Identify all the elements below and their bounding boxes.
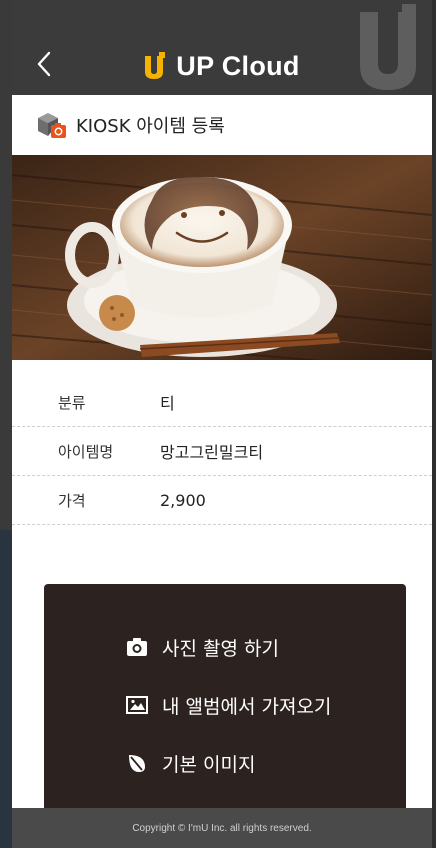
price-label: 가격 bbox=[58, 491, 86, 510]
import-album-button[interactable]: 내 앨범에서 가져오기 bbox=[44, 676, 406, 734]
info-row-price: 가격 2,900 bbox=[12, 476, 432, 525]
brand: UP Cloud bbox=[12, 48, 432, 84]
item-info: 분류 티 아이템명 망고그린밀크티 가격 2,900 bbox=[12, 378, 432, 525]
take-photo-label: 사진 촬영 하기 bbox=[162, 637, 279, 660]
camera-icon bbox=[126, 636, 148, 658]
category-label: 분류 bbox=[58, 393, 86, 412]
default-image-label: 기본 이미지 bbox=[162, 753, 256, 776]
info-row-item-name: 아이템명 망고그린밀크티 bbox=[12, 427, 432, 476]
item-name-label: 아이템명 bbox=[58, 442, 114, 461]
app-screen: UP Cloud KIOSK 아이템 등록 분류 티 아이템명 망고그린밀크티 … bbox=[12, 0, 432, 848]
leaf-icon bbox=[126, 752, 148, 774]
image-source-menu: 사진 촬영 하기 내 앨범에서 가져오기 기본 이미지 bbox=[44, 584, 406, 814]
kiosk-box-icon bbox=[38, 113, 66, 138]
take-photo-button[interactable]: 사진 촬영 하기 bbox=[44, 618, 406, 676]
app-title: UP Cloud bbox=[176, 50, 300, 81]
footer: Copyright © I'mU Inc. all rights reserve… bbox=[12, 808, 432, 848]
backdrop-right bbox=[432, 0, 436, 848]
up-logo-icon bbox=[145, 52, 166, 79]
backdrop-left bbox=[0, 0, 12, 848]
app-header: UP Cloud bbox=[12, 0, 432, 95]
info-row-category: 분류 티 bbox=[12, 378, 432, 427]
default-image-button[interactable]: 기본 이미지 bbox=[44, 734, 406, 792]
import-album-label: 내 앨범에서 가져오기 bbox=[162, 695, 332, 718]
page-title: KIOSK 아이템 등록 bbox=[76, 116, 225, 137]
page-title-row: KIOSK 아이템 등록 bbox=[12, 95, 432, 155]
copyright-text: Copyright © I'mU Inc. all rights reserve… bbox=[132, 822, 312, 834]
price-value: 2,900 bbox=[160, 490, 206, 510]
category-value: 티 bbox=[160, 394, 175, 413]
latte-art-photo bbox=[12, 155, 432, 360]
image-icon bbox=[126, 694, 148, 716]
item-name-value: 망고그린밀크티 bbox=[160, 443, 264, 462]
item-image bbox=[12, 155, 432, 360]
